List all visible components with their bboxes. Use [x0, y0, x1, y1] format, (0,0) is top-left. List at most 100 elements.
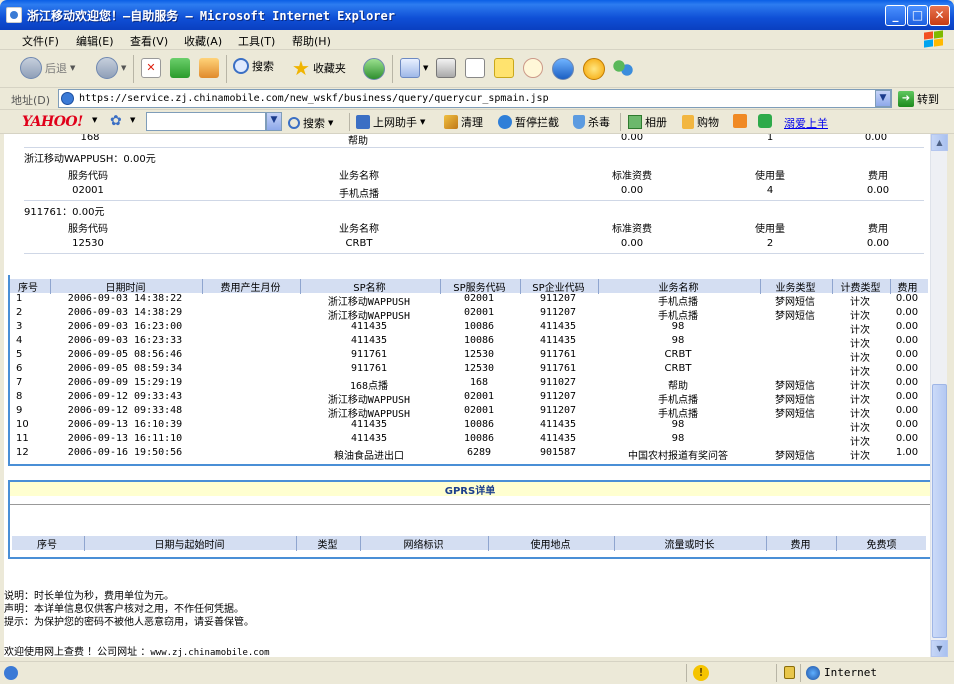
print-button[interactable] — [436, 58, 456, 78]
helper-button[interactable]: 上网助手 ▼ — [356, 114, 425, 130]
close-button[interactable]: ✕ — [929, 5, 950, 26]
gprs-header: 序号 日期与起始时间 类型 网络标识 使用地点 流量或时长 费用 免费项 — [12, 536, 926, 551]
mail-button[interactable]: ▼ — [400, 58, 428, 78]
menu-tools[interactable]: 工具(T) — [238, 33, 275, 49]
forward-button[interactable]: ▼ — [96, 57, 126, 79]
cell-service: 帮助 — [668, 381, 688, 392]
minimize-button[interactable]: _ — [885, 5, 906, 26]
history-icon — [363, 58, 385, 80]
menu-view[interactable]: 查看(V) — [130, 33, 168, 49]
col-free: 免费项 — [836, 536, 926, 551]
col-type: 类型 — [296, 536, 358, 551]
flower-icon[interactable]: ✿ — [110, 113, 122, 129]
msn-button[interactable] — [552, 58, 574, 80]
edit-button[interactable] — [465, 58, 485, 78]
discuss-button[interactable] — [494, 58, 514, 78]
clean-button[interactable]: 清理 — [444, 114, 483, 130]
partial-std: 0.00 — [620, 134, 644, 143]
printer-icon — [436, 58, 456, 78]
page-icon — [4, 666, 18, 680]
cell-billing: 计次 — [850, 423, 870, 434]
cell-billing: 计次 — [850, 339, 870, 350]
group-title: 浙江移动WAPPUSH：0.00元 — [4, 150, 930, 165]
cell-name: 手机点播 — [339, 189, 379, 200]
contacts-button[interactable] — [613, 58, 633, 78]
smiley-button[interactable] — [583, 58, 605, 80]
antivirus-button[interactable]: 杀毒 — [573, 114, 610, 130]
cell-sp-corp: 911761 — [539, 349, 577, 360]
cell-sp-name: 浙江移动WAPPUSH — [327, 311, 411, 322]
standard-toolbar: 后退 ▼ ▼ ✕ 搜索 ★ 收藏夹 ▼ — [0, 50, 954, 88]
headset-button[interactable] — [758, 114, 772, 128]
table-row: 1 2006-09-03 14:38:22 浙江移动WAPPUSH 02001 9112… — [10, 293, 930, 308]
cell-datetime: 2006-09-03 14:38:29 — [67, 307, 183, 318]
stop-icon: ✕ — [141, 58, 161, 78]
col-std: 标准资费 — [612, 171, 652, 182]
col-sp-name: SP名称 — [300, 279, 438, 294]
cell-sp-corp: 411435 — [539, 335, 577, 346]
dropdown-arrow-icon[interactable]: ▼ — [92, 116, 97, 124]
footer-url[interactable]: www.zj.chinamobile.com — [150, 648, 269, 657]
shop-button[interactable]: 购物 — [682, 114, 719, 130]
cell-sp-code: 12530 — [463, 363, 495, 374]
contacts-icon — [613, 58, 633, 78]
antivirus-label: 杀毒 — [588, 116, 610, 129]
cell-fee: 0.00 — [895, 349, 919, 360]
cell-sp-corp: 911027 — [539, 377, 577, 388]
menu-file[interactable]: 文件(F) — [22, 33, 59, 49]
yahoo-search-dropdown[interactable]: ▼ — [266, 112, 282, 131]
back-label: 后退 — [45, 62, 67, 75]
cell-service: CRBT — [664, 363, 692, 374]
stop-button[interactable]: ✕ — [141, 58, 161, 78]
menu-favorites[interactable]: 收藏(A) — [184, 33, 222, 49]
address-input[interactable]: https://service.zj.chinamobile.com/new_w… — [58, 89, 892, 108]
search-button[interactable]: 搜索 — [233, 58, 274, 74]
rss-button[interactable] — [733, 114, 747, 128]
cell-sp-code: 168 — [469, 377, 489, 388]
search-icon — [288, 117, 300, 129]
cell-fee: 0.00 — [895, 419, 919, 430]
col-seq: 序号 — [37, 540, 57, 551]
yahoo-logo[interactable]: YAHOO! — [22, 114, 83, 130]
cell-sp-corp: 411435 — [539, 433, 577, 444]
col-start-time: 日期与起始时间 — [84, 536, 294, 551]
refresh-button[interactable] — [170, 58, 190, 78]
back-button[interactable]: 后退 ▼ — [20, 57, 75, 79]
go-button[interactable]: ➜ 转到 — [898, 91, 939, 107]
cell-billing: 计次 — [850, 395, 870, 406]
home-button[interactable] — [199, 58, 219, 78]
status-zone: Internet — [824, 666, 877, 679]
cell-billing: 计次 — [850, 451, 870, 462]
col-sp-code: SP服务代码 — [440, 279, 518, 294]
cell-seq: 10 — [16, 419, 29, 430]
shield-icon — [573, 115, 585, 129]
address-dropdown-button[interactable]: ▼ — [875, 90, 891, 107]
menu-edit[interactable]: 编辑(E) — [76, 33, 114, 49]
yahoo-search-button[interactable]: 搜索 ▼ — [288, 115, 333, 131]
scroll-down-button[interactable]: ▼ — [931, 640, 948, 657]
yahoo-search-input[interactable] — [146, 112, 266, 131]
broom-icon — [444, 115, 458, 129]
col-fee: 费用 — [766, 536, 834, 551]
col-month: 费用产生月份 — [202, 279, 298, 294]
menu-help[interactable]: 帮助(H) — [292, 33, 331, 49]
shop-label: 购物 — [697, 116, 719, 129]
history-button[interactable] — [363, 58, 385, 80]
messenger-icon — [523, 58, 543, 78]
cell-datetime: 2006-09-13 16:10:39 — [67, 419, 183, 430]
vertical-scrollbar[interactable]: ▲ ▼ — [930, 134, 948, 657]
maximize-button[interactable]: □ — [907, 5, 928, 26]
yahoo-link[interactable]: 溺爱上羊 — [784, 115, 828, 131]
album-button[interactable]: 相册 — [628, 114, 667, 130]
scroll-up-button[interactable]: ▲ — [931, 134, 948, 151]
scroll-thumb[interactable] — [932, 384, 947, 638]
table-row: 4 2006-09-03 16:23:33 411435 10086 411435 98 计… — [10, 335, 930, 350]
favorites-button[interactable]: ★ 收藏夹 — [292, 58, 346, 78]
col-network: 网络标识 — [360, 536, 486, 551]
dropdown-arrow-icon[interactable]: ▼ — [130, 116, 135, 124]
messenger-button[interactable] — [523, 58, 543, 78]
block-button[interactable]: 暂停拦截 — [498, 114, 559, 130]
cell-seq: 5 — [16, 349, 23, 360]
cell-fee: 0.00 — [895, 405, 919, 416]
cell-service: 手机点播 — [658, 409, 698, 420]
